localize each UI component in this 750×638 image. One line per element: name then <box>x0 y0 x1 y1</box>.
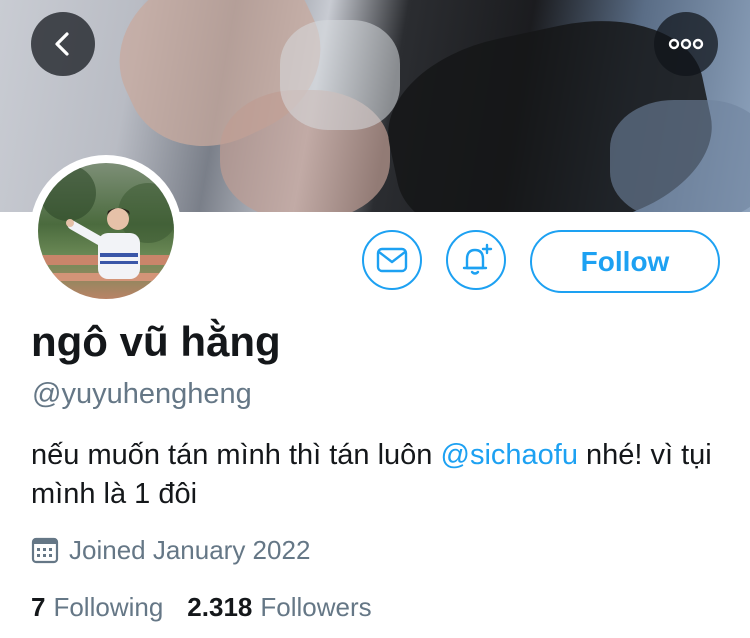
follow-stats: 7 Following 2.318 Followers <box>31 592 372 623</box>
bell-plus-icon <box>462 243 493 275</box>
followers-label: Followers <box>260 592 372 622</box>
following-count: 7 <box>31 592 46 622</box>
message-button[interactable] <box>362 230 422 290</box>
notifications-button[interactable] <box>446 230 506 290</box>
followers-count: 2.318 <box>187 592 253 622</box>
bio-mention-link[interactable]: @sichaofu <box>441 439 578 471</box>
calendar-icon <box>31 536 59 564</box>
mail-icon <box>376 247 408 273</box>
chevron-left-icon <box>55 32 69 56</box>
more-button[interactable] <box>654 12 718 76</box>
bio-text: nếu muốn tán mình thì tán luôn <box>31 439 441 471</box>
more-horizontal-icon <box>668 38 704 50</box>
following-label: Following <box>53 592 164 622</box>
avatar[interactable] <box>30 155 182 307</box>
joined-date: Joined January 2022 <box>31 532 310 568</box>
avatar-image <box>38 163 174 299</box>
back-button[interactable] <box>31 12 95 76</box>
follow-button[interactable]: Follow <box>530 230 720 293</box>
following-stat[interactable]: 7 Following <box>31 592 163 623</box>
display-name: ngô vũ hằng <box>31 318 281 365</box>
profile-bio: nếu muốn tán mình thì tán luôn @sichaofu… <box>31 436 721 514</box>
joined-label: Joined January 2022 <box>69 534 311 565</box>
user-handle: @yuyuhengheng <box>32 378 252 410</box>
followers-stat[interactable]: 2.318 Followers <box>187 592 371 623</box>
